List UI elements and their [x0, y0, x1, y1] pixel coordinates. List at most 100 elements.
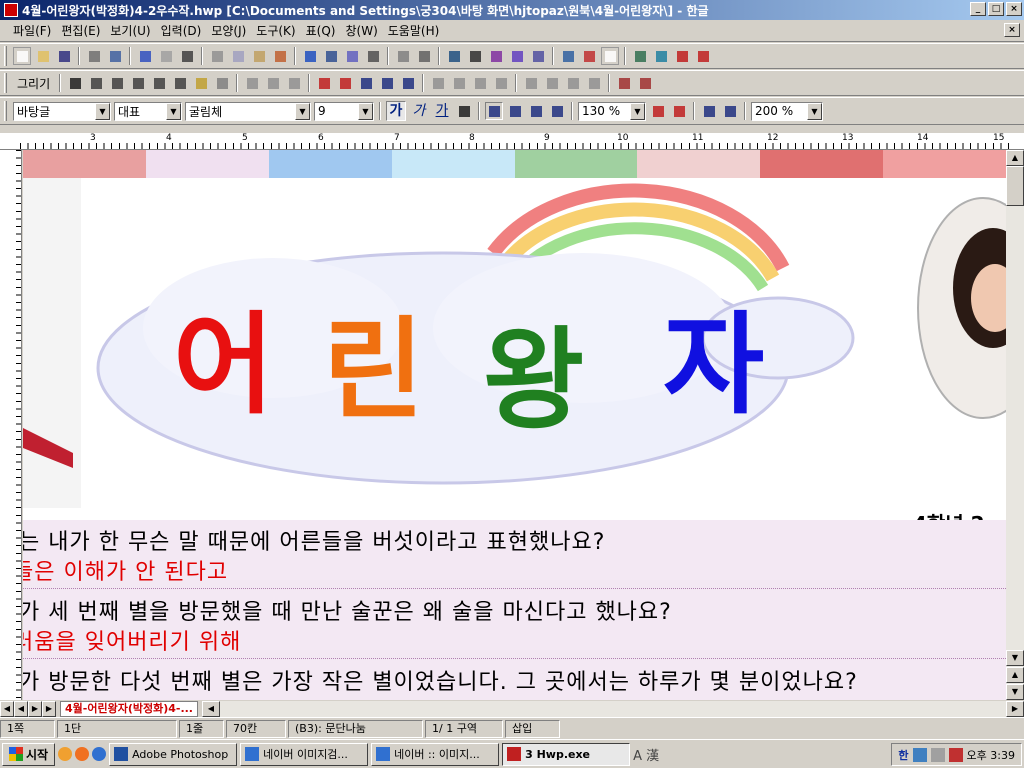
- ime-indicator[interactable]: A 漢: [633, 745, 659, 764]
- align-center-icon[interactable]: [527, 102, 545, 120]
- menu-format[interactable]: 모양(J): [206, 22, 251, 39]
- minimize-button[interactable]: _: [970, 2, 986, 16]
- insert-table-icon[interactable]: [466, 47, 484, 65]
- numbered-list-icon[interactable]: [700, 102, 718, 120]
- menu-edit[interactable]: 편집(E): [56, 22, 105, 39]
- crop-icon[interactable]: [636, 74, 654, 92]
- font-lang-select[interactable]: 대표 ▼: [114, 101, 182, 121]
- undo-icon[interactable]: [136, 47, 154, 65]
- hwp-app-icon[interactable]: [4, 3, 18, 17]
- dictionary-icon[interactable]: [559, 47, 577, 65]
- picture-effect-icon[interactable]: [615, 74, 633, 92]
- rotate-icon[interactable]: [522, 74, 540, 92]
- task-naver-2[interactable]: 네이버 :: 이미지...: [371, 742, 500, 766]
- text-color-icon[interactable]: [455, 102, 473, 120]
- 3d-icon[interactable]: [585, 74, 603, 92]
- document-page[interactable]: 어 린 왕 자 4학년 2 는 내가 한 무슨 말 때문에 어른들을 버섯이라고…: [23, 150, 1006, 700]
- horizontal-scrollbar[interactable]: ◀ ▶: [202, 700, 1024, 717]
- increase-spacing-icon[interactable]: [670, 102, 688, 120]
- italic-button[interactable]: 가: [409, 101, 429, 121]
- line-icon[interactable]: [66, 74, 84, 92]
- footnote-1-icon[interactable]: [673, 47, 691, 65]
- antivirus-icon[interactable]: [948, 747, 963, 762]
- line-style-icon[interactable]: [378, 74, 396, 92]
- next-page-button[interactable]: ▼: [1006, 684, 1024, 700]
- style-icon[interactable]: [343, 47, 361, 65]
- maximize-button[interactable]: □: [988, 2, 1004, 16]
- fill-color-icon[interactable]: [336, 74, 354, 92]
- doc-close-button[interactable]: ×: [1004, 23, 1020, 37]
- ungroup-icon[interactable]: [285, 74, 303, 92]
- send-back-icon[interactable]: [450, 74, 468, 92]
- header-artwork[interactable]: 어 린 왕 자 4학년 2: [23, 178, 1006, 536]
- line-spacing-select[interactable]: 130 % ▼: [578, 101, 646, 121]
- align-icon[interactable]: [471, 74, 489, 92]
- rectangle-icon[interactable]: [87, 74, 105, 92]
- bring-front-icon[interactable]: [429, 74, 447, 92]
- toolbar-grip[interactable]: [4, 101, 7, 121]
- columns-icon[interactable]: [364, 47, 382, 65]
- screen-icon[interactable]: [652, 47, 670, 65]
- curve-icon[interactable]: [171, 74, 189, 92]
- window-titlebar[interactable]: 4월-어린왕자(박정화)4-2우수작.hwp [C:\Documents and…: [0, 0, 1024, 20]
- toolbar-grip[interactable]: [4, 46, 7, 66]
- new-doc-icon[interactable]: [13, 47, 31, 65]
- arc-icon[interactable]: [129, 74, 147, 92]
- start-button[interactable]: 시작: [2, 742, 56, 766]
- scroll-thumb[interactable]: [1006, 166, 1024, 206]
- font-size-select[interactable]: 9 ▼: [314, 101, 374, 121]
- bullet-list-icon[interactable]: [721, 102, 739, 120]
- quicklaunch-icon[interactable]: [75, 747, 90, 761]
- group-icon[interactable]: [264, 74, 282, 92]
- save-icon[interactable]: [55, 47, 73, 65]
- vertical-ruler[interactable]: [0, 150, 22, 700]
- memo-icon[interactable]: [601, 47, 619, 65]
- task-hwp[interactable]: 3 Hwp.exe: [502, 742, 631, 766]
- menu-help[interactable]: 도움말(H): [383, 22, 445, 39]
- insert-picture-icon[interactable]: [445, 47, 463, 65]
- chevron-down-icon[interactable]: ▼: [166, 102, 181, 120]
- shadow-icon[interactable]: [564, 74, 582, 92]
- align-right-icon[interactable]: [548, 102, 566, 120]
- chevron-down-icon[interactable]: ▼: [295, 102, 310, 120]
- char-shape-icon[interactable]: [301, 47, 319, 65]
- tab-next-button[interactable]: ▶: [28, 700, 42, 717]
- copy-icon[interactable]: [229, 47, 247, 65]
- polygon-icon[interactable]: [150, 74, 168, 92]
- decrease-spacing-icon[interactable]: [649, 102, 667, 120]
- quicklaunch-icon[interactable]: [58, 747, 73, 761]
- format-painter-icon[interactable]: [271, 47, 289, 65]
- scroll-right-button[interactable]: ▶: [1006, 700, 1024, 717]
- line-color-icon[interactable]: [315, 74, 333, 92]
- select-object-icon[interactable]: [243, 74, 261, 92]
- tray-lang[interactable]: 한: [898, 747, 908, 763]
- status-insert-mode[interactable]: 삽입: [505, 719, 560, 738]
- chevron-down-icon[interactable]: ▼: [95, 102, 110, 120]
- ellipse-icon[interactable]: [108, 74, 126, 92]
- tab-prev-button[interactable]: ◀: [14, 700, 28, 717]
- bold-button[interactable]: 가: [386, 101, 406, 121]
- cut-icon[interactable]: [208, 47, 226, 65]
- print-icon[interactable]: [85, 47, 103, 65]
- ie-icon[interactable]: [92, 747, 107, 761]
- distribute-icon[interactable]: [492, 74, 510, 92]
- close-button[interactable]: ×: [1006, 2, 1022, 16]
- volume-icon[interactable]: [930, 747, 945, 762]
- chevron-down-icon[interactable]: ▼: [807, 102, 822, 120]
- menu-tools[interactable]: 도구(K): [251, 22, 300, 39]
- document-tab[interactable]: 4월-어린왕자(박정화)4-...: [60, 700, 198, 717]
- zoom-select[interactable]: 200 % ▼: [751, 101, 823, 121]
- open-folder-icon[interactable]: [34, 47, 52, 65]
- textart-icon[interactable]: [508, 47, 526, 65]
- chart-icon[interactable]: [487, 47, 505, 65]
- flip-icon[interactable]: [543, 74, 561, 92]
- line-width-icon[interactable]: [357, 74, 375, 92]
- menu-window[interactable]: 창(W): [340, 22, 382, 39]
- toolbar-grip[interactable]: [4, 73, 7, 93]
- para-shape-icon[interactable]: [322, 47, 340, 65]
- task-naver-1[interactable]: 네이버 이미지검...: [240, 742, 369, 766]
- tab-last-button[interactable]: ▶: [42, 700, 56, 717]
- menu-view[interactable]: 보기(U): [105, 22, 155, 39]
- scroll-left-button[interactable]: ◀: [202, 700, 220, 717]
- font-select[interactable]: 굴림체 ▼: [185, 101, 311, 121]
